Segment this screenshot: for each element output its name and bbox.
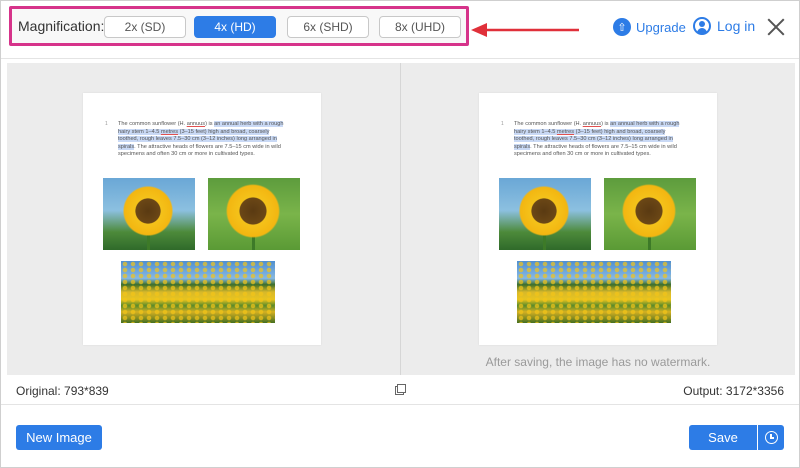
line-number: 1: [501, 121, 504, 127]
magnification-group: Magnification: 2x (SD) 4x (HD) 6x (SHD) …: [9, 6, 469, 46]
sunflower-image: [208, 178, 300, 250]
save-button[interactable]: Save: [689, 425, 757, 450]
upgrade-link[interactable]: ⇧ Upgrade: [613, 18, 686, 36]
sunflower-image: [499, 178, 591, 250]
login-link[interactable]: Log in: [693, 17, 755, 35]
compare-icon[interactable]: [395, 384, 406, 395]
user-icon: [693, 17, 711, 35]
login-label: Log in: [717, 18, 756, 34]
close-icon[interactable]: [767, 18, 785, 36]
document-paragraph: The common sunflower (H. annuus) is an a…: [118, 121, 284, 158]
magnification-option-4x[interactable]: 4x (HD): [194, 16, 276, 38]
output-preview: 1 The common sunflower (H. annuus) is an…: [479, 93, 717, 345]
original-preview: 1 The common sunflower (H. annuus) is an…: [83, 93, 321, 345]
document-paragraph: The common sunflower (H. annuus) is an a…: [514, 121, 680, 158]
magnification-option-6x[interactable]: 6x (SHD): [287, 16, 369, 38]
sunflower-image: [103, 178, 195, 250]
no-watermark-note: After saving, the image has no watermark…: [485, 355, 711, 369]
annotation-arrow-icon: [471, 23, 579, 37]
line-number: 1: [105, 121, 108, 127]
panel-divider: [400, 63, 401, 375]
original-size: Original: 793*839: [16, 384, 109, 398]
history-button[interactable]: [758, 425, 784, 450]
magnification-option-8x[interactable]: 8x (UHD): [379, 16, 461, 38]
new-image-button[interactable]: New Image: [16, 425, 102, 450]
magnification-label: Magnification:: [18, 18, 105, 34]
footer: New Image Save: [1, 405, 799, 467]
upgrade-label: Upgrade: [636, 19, 686, 35]
info-bar: Original: 793*839 Output: 3172*3356: [1, 375, 799, 405]
upgrade-icon: ⇧: [613, 18, 631, 36]
app-window: Magnification: 2x (SD) 4x (HD) 6x (SHD) …: [0, 0, 800, 468]
preview-area: 1 The common sunflower (H. annuus) is an…: [7, 63, 795, 375]
sunflower-image: [604, 178, 696, 250]
output-size: Output: 3172*3356: [683, 384, 784, 398]
sunflower-field-image: [121, 261, 275, 323]
sunflower-field-image: [517, 261, 671, 323]
header: Magnification: 2x (SD) 4x (HD) 6x (SHD) …: [1, 1, 799, 59]
clock-icon: [764, 431, 778, 444]
magnification-option-2x[interactable]: 2x (SD): [104, 16, 186, 38]
